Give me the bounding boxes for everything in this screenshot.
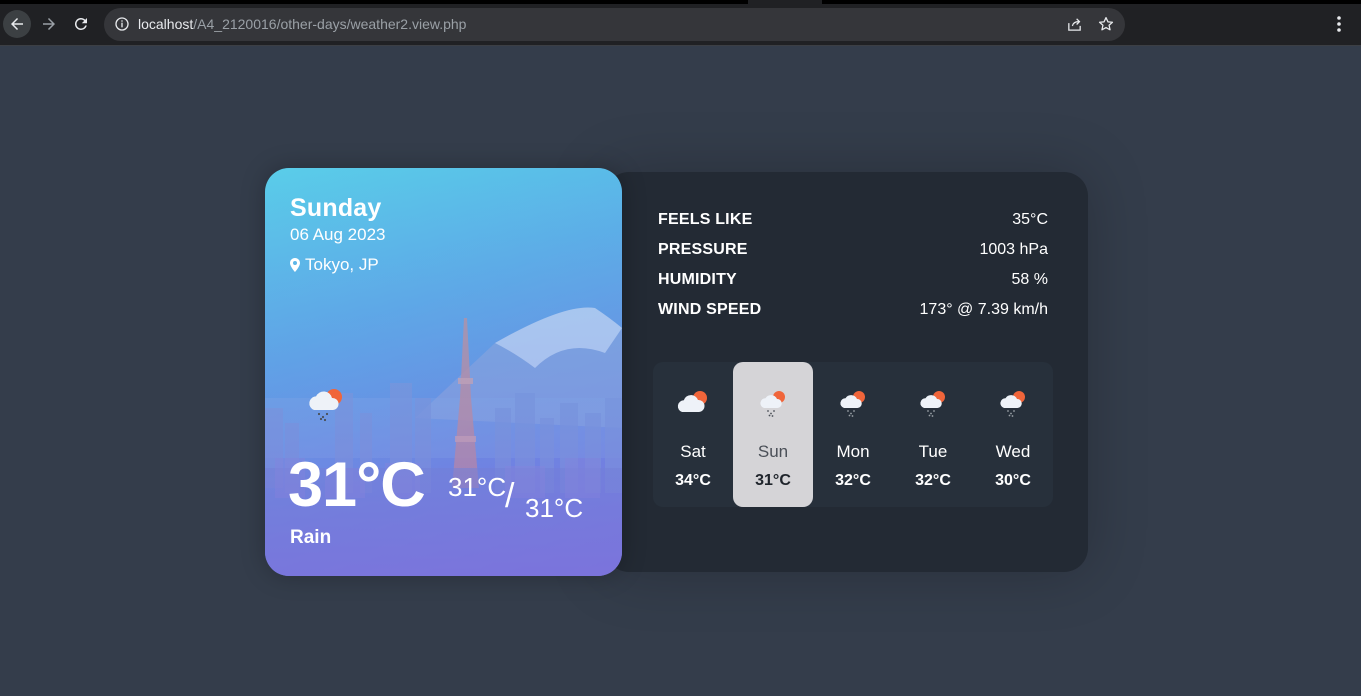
- detail-value: 1003 hPa: [979, 241, 1048, 258]
- info-icon[interactable]: [114, 16, 130, 32]
- rain-cloud-sun-icon: [1000, 391, 1025, 417]
- rain-cloud-sun-icon: [309, 389, 342, 422]
- browser-toolbar: localhost/A4_2120016/other-days/weather2…: [0, 0, 1361, 46]
- forecast-day-temp: 31°C: [755, 472, 791, 489]
- arrow-right-icon: [43, 18, 55, 30]
- detail-value: 35°C: [1012, 211, 1048, 228]
- temperature-low: 31°C: [525, 493, 584, 523]
- url-text[interactable]: localhost/A4_2120016/other-days/weather2…: [138, 16, 466, 33]
- rain-cloud-sun-icon: [840, 391, 865, 417]
- detail-value: 173° @ 7.39 km/h: [919, 301, 1048, 318]
- address-bar[interactable]: localhost/A4_2120016/other-days/weather2…: [104, 8, 1125, 41]
- url-host: localhost: [138, 16, 194, 32]
- star-icon[interactable]: [1097, 15, 1115, 33]
- current-temperature: 31°C: [288, 450, 426, 520]
- forecast-day-temp: 32°C: [915, 472, 951, 489]
- tab-strip-edge: [822, 0, 1361, 4]
- forecast-day-temp: 30°C: [995, 472, 1031, 489]
- current-weather-card: Sunday 06 Aug 2023 Tokyo, JP 31°C 31°C /…: [265, 168, 622, 576]
- temperature-high: 31°C: [448, 472, 507, 502]
- current-date: 06 Aug 2023: [290, 225, 386, 244]
- cloud-sun-icon: [677, 391, 707, 412]
- detail-feels-like: FEELS LIKE 35°C: [658, 211, 1048, 241]
- url-path: /A4_2120016/other-days/weather2.view.php: [193, 16, 467, 32]
- detail-pressure: PRESSURE 1003 hPa: [658, 241, 1048, 271]
- forecast-day-sat[interactable]: Sat 34°C: [653, 362, 733, 507]
- forecast-day-sun[interactable]: Sun 31°C: [733, 362, 813, 507]
- forecast-day-temp: 32°C: [835, 472, 871, 489]
- map-pin-icon: [290, 258, 300, 272]
- detail-wind-speed: WIND SPEED 173° @ 7.39 km/h: [658, 301, 1048, 331]
- week-forecast: Sat 34°C Sun 31°C Mon 32°C Tue 32°C Wed …: [653, 362, 1053, 507]
- location-label: Tokyo, JP: [305, 255, 379, 274]
- arrow-left-icon: [11, 18, 23, 30]
- temperature-separator: /: [505, 477, 515, 515]
- back-button[interactable]: [3, 10, 31, 38]
- reload-button[interactable]: [67, 10, 95, 38]
- forecast-day-name: Wed: [995, 442, 1031, 461]
- weather-description: Rain: [290, 527, 332, 548]
- detail-label: HUMIDITY: [658, 271, 737, 288]
- forecast-day-temp: 34°C: [675, 472, 711, 489]
- detail-value: 58 %: [1011, 271, 1048, 288]
- weather-details: FEELS LIKE 35°C PRESSURE 1003 hPa HUMIDI…: [658, 211, 1048, 331]
- share-icon[interactable]: [1066, 16, 1083, 33]
- forecast-day-name: Mon: [836, 442, 870, 461]
- forecast-day-mon[interactable]: Mon 32°C: [813, 362, 893, 507]
- detail-humidity: HUMIDITY 58 %: [658, 271, 1048, 301]
- detail-label: PRESSURE: [658, 241, 748, 258]
- forecast-day-wed[interactable]: Wed 30°C: [973, 362, 1053, 507]
- current-day: Sunday: [290, 194, 382, 222]
- location: Tokyo, JP: [290, 255, 379, 275]
- detail-label: WIND SPEED: [658, 301, 762, 318]
- kebab-menu-icon[interactable]: [1329, 14, 1349, 34]
- detail-label: FEELS LIKE: [658, 211, 753, 228]
- weather-widget: Sunday 06 Aug 2023 Tokyo, JP 31°C 31°C /…: [265, 168, 1088, 576]
- forecast-day-tue[interactable]: Tue 32°C: [893, 362, 973, 507]
- forecast-day-name: Sun: [757, 442, 789, 461]
- tab-strip-edge: [0, 0, 748, 4]
- rain-cloud-sun-icon: [760, 391, 785, 417]
- forward-button[interactable]: [35, 10, 63, 38]
- forecast-day-name: Sat: [680, 442, 706, 461]
- rain-cloud-sun-icon: [920, 391, 945, 417]
- forecast-day-name: Tue: [918, 442, 948, 461]
- reload-icon: [74, 17, 87, 30]
